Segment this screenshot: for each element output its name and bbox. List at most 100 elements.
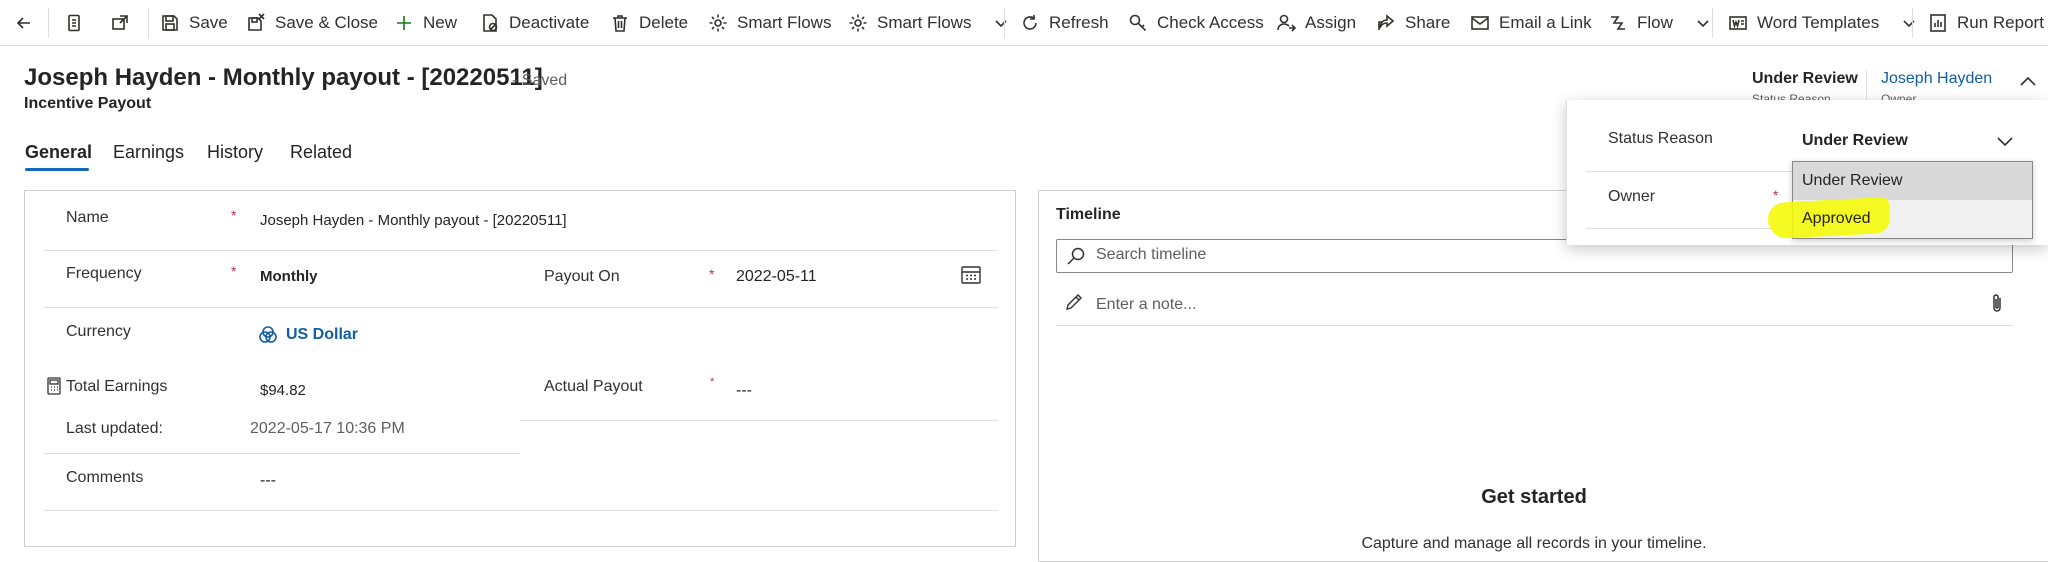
smart-flows-menu-button[interactable]: Smart Flows <box>848 0 1009 46</box>
page-title: Joseph Hayden - Monthly payout - [202205… <box>24 64 543 91</box>
divider <box>1866 70 1867 100</box>
recommended-marker: * <box>710 376 715 388</box>
smart-flows-label: Smart Flows <box>737 13 832 32</box>
timeline-empty-subtitle: Capture and manage all records in your t… <box>1361 535 1707 552</box>
payout-on-field[interactable]: 2022-05-11 <box>736 268 817 286</box>
divider <box>520 420 998 421</box>
refresh-label: Refresh <box>1049 13 1109 32</box>
share-icon <box>1378 14 1395 30</box>
deactivate-icon <box>483 14 498 32</box>
person-icon <box>1277 14 1296 32</box>
pencil-icon <box>1066 294 1082 310</box>
open-window-icon <box>112 15 128 30</box>
chevron-down-icon[interactable] <box>1996 132 2014 150</box>
currency-icon <box>259 326 277 343</box>
assign-button[interactable]: Assign <box>1276 0 1356 46</box>
tab-general[interactable]: General <box>25 142 92 163</box>
delete-label: Delete <box>639 13 689 32</box>
open-new-window-button[interactable] <box>102 0 138 46</box>
refresh-icon <box>1023 15 1037 30</box>
timeline-title: Timeline <box>1056 206 1121 223</box>
search-icon <box>1067 247 1085 265</box>
deactivate-button[interactable]: Deactivate <box>480 0 589 46</box>
email-link-button[interactable]: Email a Link <box>1470 0 1592 46</box>
divider <box>44 250 998 251</box>
chevron-down-icon <box>1697 20 1709 28</box>
divider <box>48 8 49 38</box>
divider <box>44 510 998 511</box>
save-button[interactable]: Save <box>160 0 228 46</box>
save-close-button[interactable]: Save & Close <box>246 0 378 46</box>
document-icon <box>68 14 80 32</box>
back-button[interactable] <box>6 0 42 46</box>
delete-button[interactable]: Delete <box>610 0 688 46</box>
mail-icon <box>1471 16 1489 30</box>
share-button[interactable]: Share <box>1376 0 1450 46</box>
gear-icon <box>709 14 727 32</box>
form-view-button[interactable] <box>56 0 92 46</box>
tab-history[interactable]: History <box>207 142 263 163</box>
run-report-button[interactable]: Run Report <box>1928 0 2044 46</box>
word-icon <box>1729 16 1747 30</box>
comments-field[interactable]: --- <box>260 472 276 490</box>
option-label: Under Review <box>1802 172 1903 189</box>
frequency-select[interactable]: Monthly <box>260 268 318 285</box>
command-bar: Save Save & Close New Deactivate Delete … <box>0 0 2048 46</box>
name-label: Name <box>66 209 109 226</box>
gear-icon <box>849 14 867 32</box>
calendar-icon[interactable] <box>960 264 982 286</box>
name-field[interactable]: Joseph Hayden - Monthly payout - [202205… <box>260 212 567 229</box>
smart-flows-button[interactable]: Smart Flows <box>708 0 831 46</box>
run-report-label: Run Report <box>1957 13 2044 32</box>
refresh-button[interactable]: Refresh <box>1020 0 1109 46</box>
timeline-note-input[interactable]: Enter a note... <box>1096 296 1197 314</box>
check-access-label: Check Access <box>1157 13 1264 32</box>
last-updated-label: Last updated: <box>66 420 163 437</box>
frequency-label: Frequency <box>66 265 142 282</box>
smart-flows-menu-label: Smart Flows <box>877 13 972 32</box>
required-marker: * <box>1773 187 1779 203</box>
flow-button[interactable]: Flow <box>1608 0 1711 46</box>
save-status: - Saved <box>512 72 568 89</box>
calculated-field-icon <box>47 377 61 395</box>
divider <box>44 453 520 454</box>
save-close-icon <box>248 13 265 31</box>
option-approved-label[interactable]: Approved <box>1802 210 1871 228</box>
chevron-down-icon <box>995 20 1008 28</box>
arrow-left-icon <box>16 17 30 29</box>
deactivate-label: Deactivate <box>509 13 590 32</box>
header-owner-link[interactable]: Joseph Hayden <box>1881 70 1992 88</box>
divider <box>44 307 998 308</box>
word-templates-label: Word Templates <box>1757 13 1880 32</box>
divider <box>148 8 149 38</box>
option-under-review[interactable]: Under Review <box>1793 162 2032 200</box>
actual-payout-field[interactable]: --- <box>736 382 752 400</box>
plus-icon <box>397 16 411 30</box>
word-templates-button[interactable]: Word Templates <box>1728 0 1917 46</box>
header-status-value[interactable]: Under Review <box>1752 70 1858 88</box>
flyout-owner-label: Owner <box>1608 188 1656 205</box>
status-reason-select[interactable]: Under Review <box>1802 132 1908 150</box>
general-section <box>24 190 1016 547</box>
total-earnings-label: Total Earnings <box>66 378 168 395</box>
paperclip-icon[interactable] <box>1988 292 2006 314</box>
new-button[interactable]: New <box>394 0 457 46</box>
currency-link[interactable]: US Dollar <box>286 326 358 344</box>
email-link-label: Email a Link <box>1499 13 1592 32</box>
chevron-down-icon <box>1903 20 1915 28</box>
flow-label: Flow <box>1637 13 1673 32</box>
required-marker: * <box>231 263 237 279</box>
header-collapse-button[interactable] <box>2018 72 2040 92</box>
actual-payout-label: Actual Payout <box>544 378 643 395</box>
save-close-label: Save & Close <box>275 13 378 32</box>
check-access-button[interactable]: Check Access <box>1128 0 1264 46</box>
timeline-empty-title: Get started <box>1481 486 1587 508</box>
new-label: New <box>423 13 458 32</box>
save-label: Save <box>189 13 228 32</box>
tab-earnings[interactable]: Earnings <box>113 142 184 163</box>
divider <box>1056 325 2013 326</box>
tab-related[interactable]: Related <box>290 142 352 163</box>
share-label: Share <box>1405 13 1451 32</box>
chevron-up-icon <box>2020 76 2036 86</box>
save-icon <box>162 15 178 31</box>
